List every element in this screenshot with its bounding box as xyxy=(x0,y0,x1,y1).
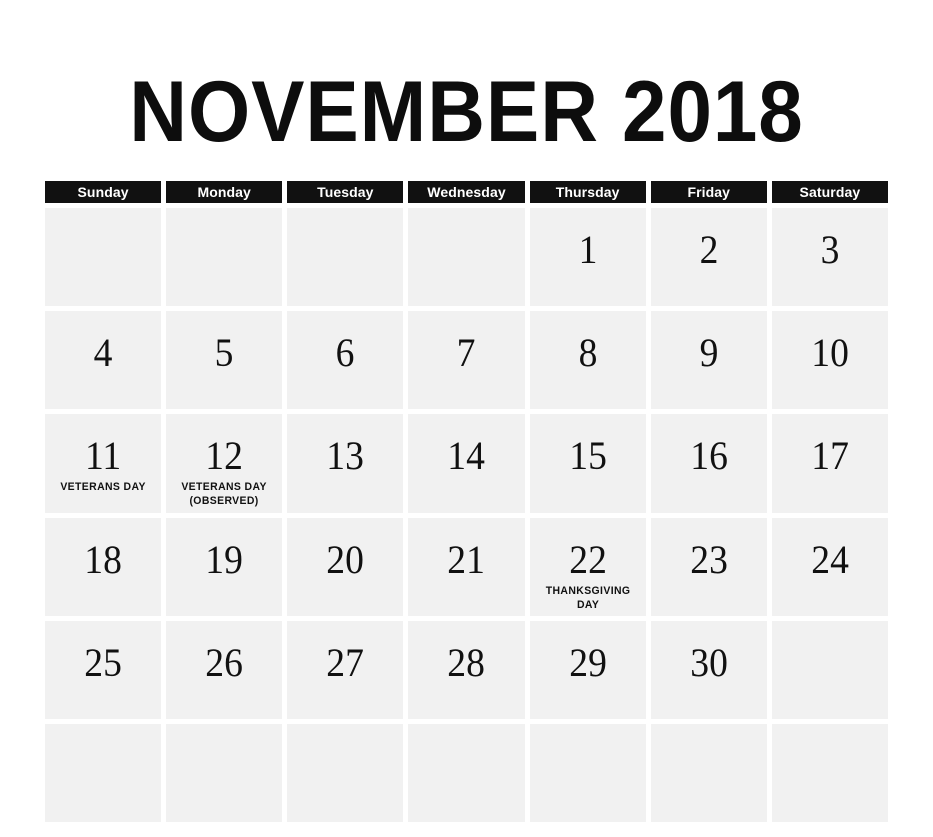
day-number: 26 xyxy=(205,639,244,685)
day-number: 28 xyxy=(447,639,486,685)
day-cell[interactable]: 26 xyxy=(166,620,283,719)
day-cell[interactable]: 21 xyxy=(408,517,525,616)
calendar-grid: Sunday Monday Tuesday Wednesday Thursday… xyxy=(45,181,888,823)
page-title: NOVEMBER 2018 xyxy=(129,64,804,160)
day-number: 15 xyxy=(568,433,607,479)
day-number: 8 xyxy=(578,330,598,376)
week-row: 25 26 27 28 29 30 xyxy=(45,620,888,719)
day-cell[interactable]: 4 xyxy=(45,311,162,410)
day-cell[interactable] xyxy=(166,723,283,823)
weekday-header-saturday: Saturday xyxy=(771,181,888,203)
day-number: 18 xyxy=(84,536,122,582)
day-cell[interactable]: 9 xyxy=(650,311,767,410)
day-number: 27 xyxy=(326,639,365,685)
day-number: 3 xyxy=(820,227,840,272)
day-cell[interactable]: 24 xyxy=(771,517,888,616)
day-cell[interactable]: 29 xyxy=(529,620,646,719)
day-number: 29 xyxy=(568,639,607,685)
week-row: 18 19 20 21 22 THANKSGIVING DAY 23 24 xyxy=(45,517,888,616)
day-cell[interactable]: 25 xyxy=(45,620,162,719)
day-cell[interactable] xyxy=(771,620,888,719)
weekday-header-thursday: Thursday xyxy=(529,181,646,203)
weekday-header-monday: Monday xyxy=(166,181,283,203)
day-cell[interactable]: 30 xyxy=(650,620,767,719)
day-cell[interactable] xyxy=(45,723,162,823)
day-number: 11 xyxy=(84,433,122,479)
day-number: 22 xyxy=(568,536,607,582)
day-number: 20 xyxy=(326,536,365,582)
day-number: 14 xyxy=(447,433,486,479)
day-cell[interactable]: 7 xyxy=(408,311,525,410)
day-number: 23 xyxy=(689,536,728,582)
day-cell[interactable] xyxy=(529,723,646,823)
day-cell[interactable]: 3 xyxy=(771,208,888,307)
day-cell[interactable]: 12 VETERANS DAY (OBSERVED) xyxy=(166,414,283,513)
day-event: THANKSGIVING DAY xyxy=(545,584,630,611)
day-number: 9 xyxy=(699,330,719,376)
weekday-header-sunday: Sunday xyxy=(45,181,162,203)
day-number: 6 xyxy=(335,330,355,376)
day-number: 10 xyxy=(811,330,849,376)
day-cell[interactable] xyxy=(408,208,525,307)
day-number: 24 xyxy=(811,536,849,582)
day-cell[interactable] xyxy=(650,723,767,823)
day-cell[interactable] xyxy=(287,723,404,823)
day-number: 25 xyxy=(84,639,122,685)
day-cell[interactable] xyxy=(287,208,404,307)
day-cell[interactable]: 11 VETERANS DAY xyxy=(45,414,162,513)
day-cell[interactable]: 2 xyxy=(650,208,767,307)
week-row: 1 2 3 xyxy=(45,208,888,307)
day-cell[interactable] xyxy=(166,208,283,307)
day-event: VETERANS DAY (OBSERVED) xyxy=(181,481,267,508)
day-cell[interactable]: 17 xyxy=(771,414,888,513)
day-cell[interactable]: 19 xyxy=(166,517,283,616)
day-cell[interactable]: 27 xyxy=(287,620,404,719)
weekday-header-wednesday: Wednesday xyxy=(408,181,525,203)
day-cell[interactable]: 18 xyxy=(45,517,162,616)
weekday-header-friday: Friday xyxy=(650,181,767,203)
day-cell[interactable]: 14 xyxy=(408,414,525,513)
weekday-header-tuesday: Tuesday xyxy=(287,181,404,203)
day-cell[interactable]: 5 xyxy=(166,311,283,410)
day-cell[interactable]: 15 xyxy=(529,414,646,513)
day-event: VETERANS DAY xyxy=(60,481,146,494)
day-cell[interactable] xyxy=(45,208,162,307)
week-row: 4 5 6 7 8 9 10 xyxy=(45,311,888,410)
day-number: 17 xyxy=(811,433,849,479)
day-number: 30 xyxy=(689,639,728,685)
day-number: 21 xyxy=(447,536,486,582)
day-cell[interactable]: 20 xyxy=(287,517,404,616)
day-number: 5 xyxy=(214,330,234,376)
day-number: 4 xyxy=(93,330,113,376)
day-number: 7 xyxy=(457,330,476,376)
day-cell[interactable]: 28 xyxy=(408,620,525,719)
day-cell[interactable] xyxy=(771,723,888,823)
day-number: 2 xyxy=(699,227,719,272)
week-row xyxy=(45,723,888,823)
day-cell[interactable]: 16 xyxy=(650,414,767,513)
calendar-page: NOVEMBER 2018 Sunday Monday Tuesday Wedn… xyxy=(0,0,933,837)
day-cell[interactable]: 22 THANKSGIVING DAY xyxy=(529,517,646,616)
day-cell[interactable]: 23 xyxy=(650,517,767,616)
week-row: 11 VETERANS DAY 12 VETERANS DAY (OBSERVE… xyxy=(45,414,888,513)
day-number: 1 xyxy=(578,227,598,272)
day-cell[interactable]: 1 xyxy=(529,208,646,307)
day-number: 13 xyxy=(326,433,365,479)
day-cell[interactable]: 8 xyxy=(529,311,646,410)
weekday-header-row: Sunday Monday Tuesday Wednesday Thursday… xyxy=(45,181,888,203)
day-number: 19 xyxy=(205,536,244,582)
day-cell[interactable] xyxy=(408,723,525,823)
day-cell[interactable]: 6 xyxy=(287,311,404,410)
day-number: 16 xyxy=(689,433,728,479)
day-number: 12 xyxy=(205,433,244,479)
day-cell[interactable]: 13 xyxy=(287,414,404,513)
day-cell[interactable]: 10 xyxy=(771,311,888,410)
